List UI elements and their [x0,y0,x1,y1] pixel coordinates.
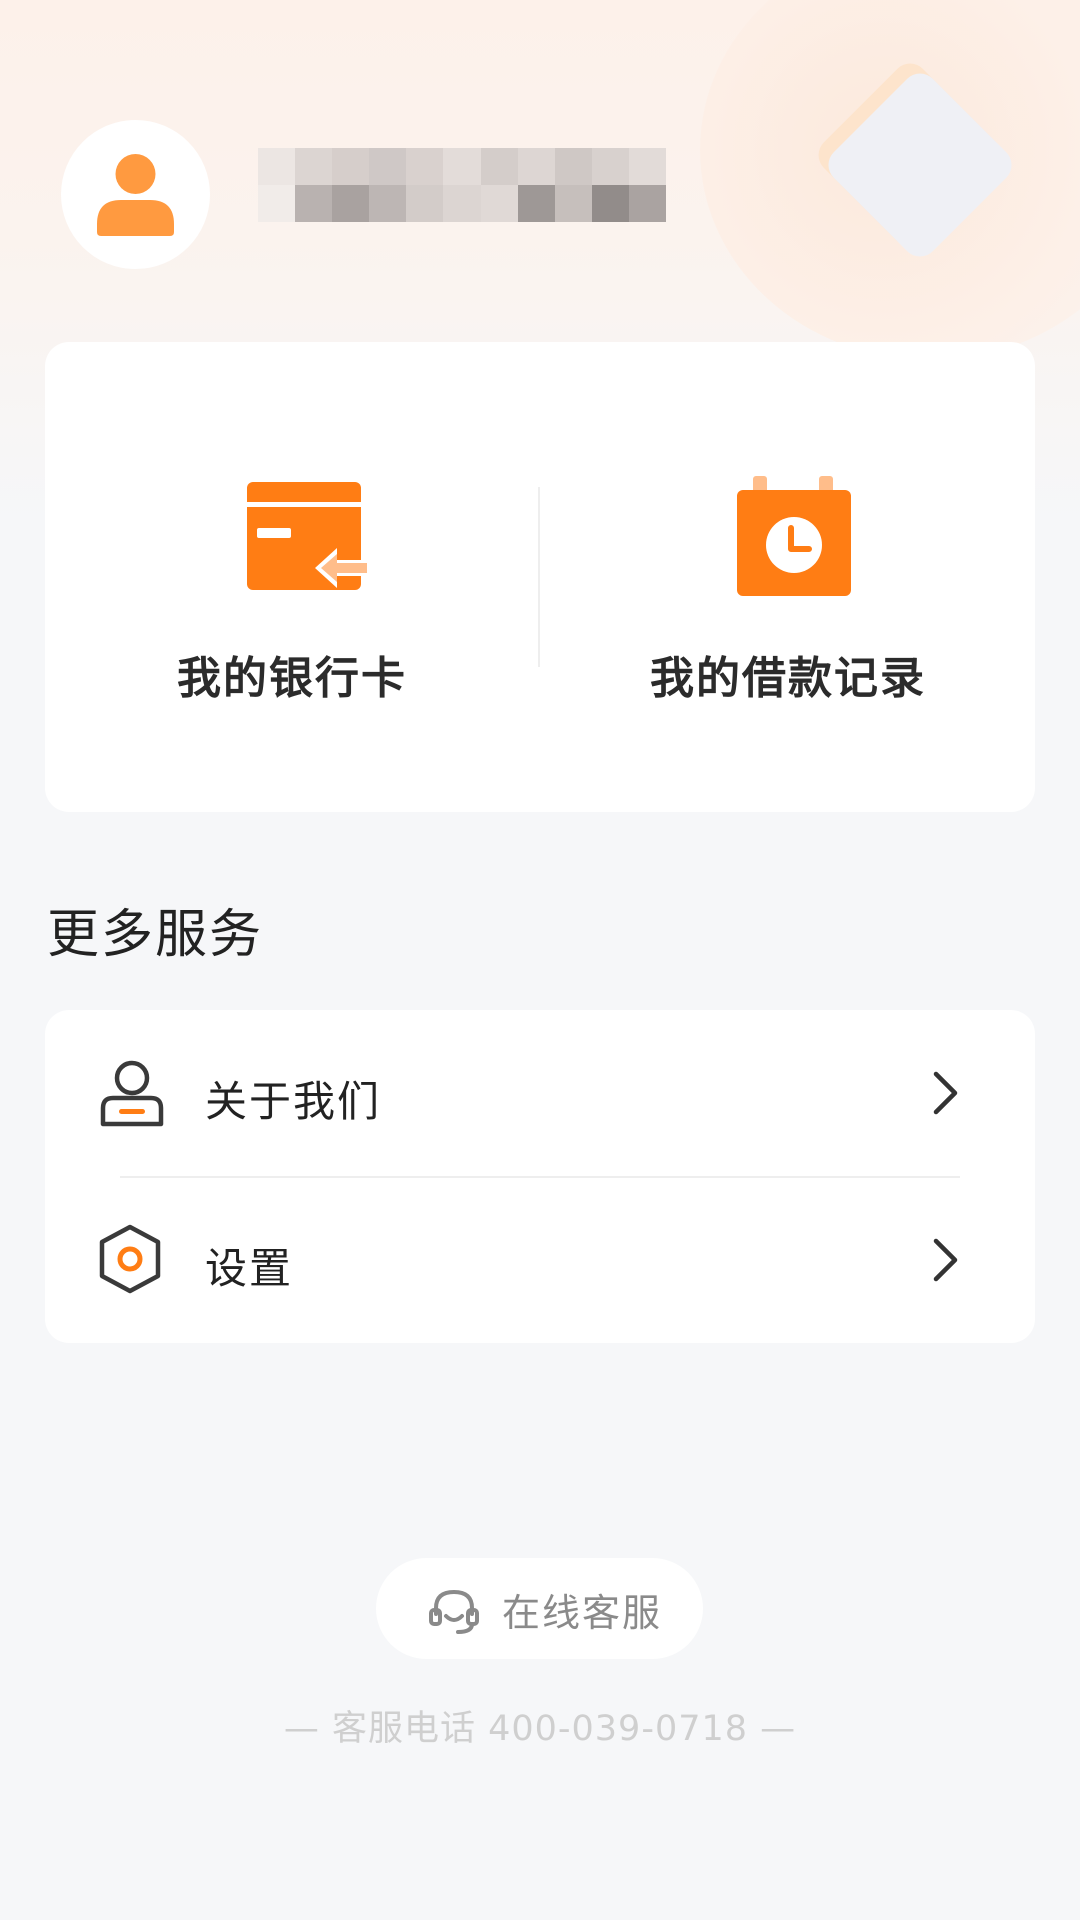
mosaic-block [295,148,333,185]
mosaic-block [628,185,666,222]
mosaic-block [258,148,296,185]
card-divider [538,487,540,667]
mosaic-block [332,185,370,222]
mosaic-block [443,148,481,185]
more-services-title: 更多服务 [47,905,264,965]
my-loan-record-button[interactable]: 我的借款记录 [541,342,1035,812]
mosaic-block [480,148,518,185]
my-bank-card-button[interactable]: 我的银行卡 [45,342,539,812]
list-item-settings[interactable]: 设置 [45,1177,1035,1343]
settings-label: 设置 [205,1244,294,1293]
mosaic-block [480,185,518,222]
chevron-right-icon [933,1071,958,1115]
mosaic-block [591,185,629,222]
bank-card-icon [247,482,367,590]
customer-service-hotline: — 客服电话 400-039-0718 — [283,1709,797,1749]
mosaic-block [554,185,592,222]
services-list: 关于我们 设置 [45,1010,1035,1343]
mosaic-block [628,148,666,185]
avatar[interactable] [61,120,210,269]
mosaic-block [406,185,444,222]
mosaic-block [369,148,407,185]
mosaic-block [332,148,370,185]
shortcut-card: 我的银行卡 我的借款记录 [45,342,1035,812]
settings-hexagon-icon [99,1224,161,1294]
mosaic-block [295,185,333,222]
mosaic-block [443,185,481,222]
mosaic-block [517,148,555,185]
headset-icon [429,1589,479,1634]
mosaic-block [591,148,629,185]
user-icon [97,154,174,236]
mosaic-block [517,185,555,222]
about-us-label: 关于我们 [205,1077,382,1126]
online-customer-service-label: 在线客服 [502,1591,663,1635]
mosaic-block [406,148,444,185]
about-user-icon [100,1060,164,1127]
mosaic-block [554,148,592,185]
list-item-about-us[interactable]: 关于我们 [45,1010,1035,1176]
mosaic-block [258,185,296,222]
my-loan-record-label: 我的借款记录 [650,653,926,704]
chevron-right-icon [933,1238,958,1282]
loan-record-clock-icon [737,476,851,596]
online-customer-service-button[interactable]: 在线客服 [376,1558,703,1659]
mosaic-block [369,185,407,222]
username-masked [258,148,666,222]
my-bank-card-label: 我的银行卡 [177,653,407,704]
